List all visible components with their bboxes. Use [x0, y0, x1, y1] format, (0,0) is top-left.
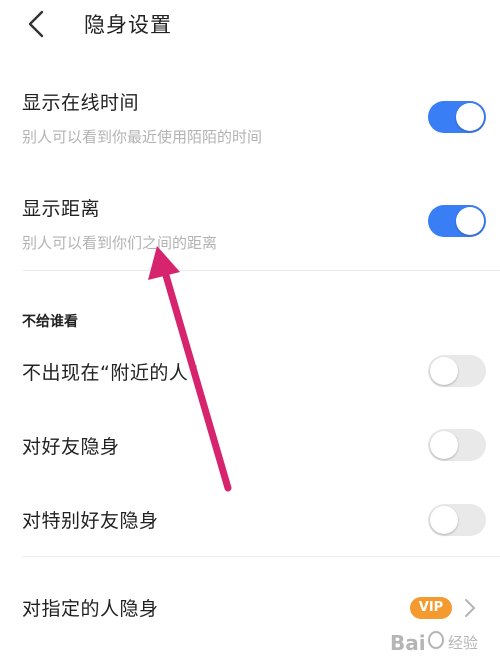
chevron-left-icon — [28, 10, 44, 38]
setting-row-online-time: 显示在线时间 别人可以看到你最近使用陌陌的时间 — [0, 82, 500, 152]
page-title: 隐身设置 — [84, 13, 172, 37]
setting-title: 显示在线时间 — [22, 92, 140, 114]
back-button[interactable] — [20, 8, 56, 40]
toggle-knob — [430, 431, 458, 459]
special-friends-toggle[interactable] — [428, 504, 486, 536]
divider — [22, 556, 500, 557]
hide-row-nearby: 不出现在“附近的人” — [0, 350, 500, 394]
toggle-knob — [430, 506, 458, 534]
svg-text:Bai: Bai — [390, 631, 426, 655]
setting-subtitle: 别人可以看到你最近使用陌陌的时间 — [22, 128, 263, 146]
hide-title: 对特别好友隐身 — [22, 510, 159, 532]
divider — [22, 270, 500, 271]
hide-title: 不出现在“附近的人” — [22, 362, 199, 384]
section-header: 不给谁看 — [22, 314, 78, 330]
hide-row-friends: 对好友隐身 — [0, 424, 500, 468]
setting-subtitle: 别人可以看到你们之间的距离 — [22, 234, 218, 252]
toggle-knob — [456, 103, 484, 131]
hide-row-special-friends: 对特别好友隐身 — [0, 498, 500, 542]
chevron-right-icon — [465, 599, 475, 617]
svg-text:经验: 经验 — [448, 634, 478, 652]
hide-title: 对好友隐身 — [22, 436, 120, 458]
distance-toggle[interactable] — [428, 205, 486, 237]
top-bar: 隐身设置 — [0, 0, 500, 48]
toggle-knob — [456, 207, 484, 235]
baidu-watermark-logo: Bai 经验 — [390, 631, 478, 655]
nearby-toggle[interactable] — [428, 355, 486, 387]
online-time-toggle[interactable] — [428, 101, 486, 133]
vip-badge: VIP — [410, 597, 452, 619]
setting-title: 显示距离 — [22, 198, 101, 220]
toggle-knob — [430, 357, 458, 385]
setting-row-distance: 显示距离 别人可以看到你们之间的距离 — [0, 188, 500, 258]
specified-title: 对指定的人隐身 — [22, 598, 159, 620]
friends-toggle[interactable] — [428, 429, 486, 461]
